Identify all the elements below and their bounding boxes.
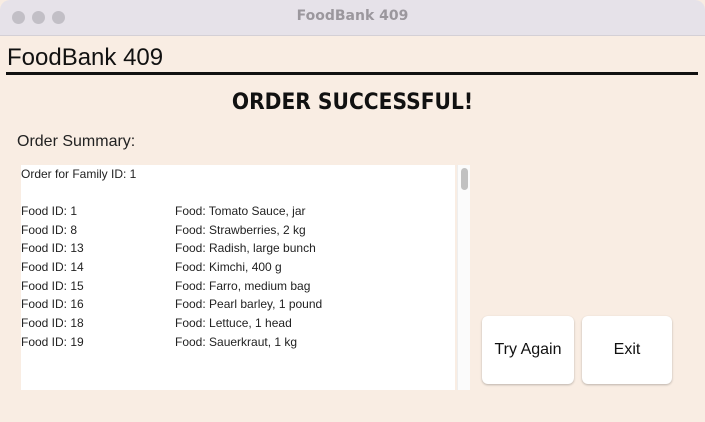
scrollbar-thumb[interactable] bbox=[461, 168, 468, 190]
food-name: Food: Farro, medium bag bbox=[175, 278, 311, 293]
title-bar: FoodBank 409 bbox=[0, 0, 705, 36]
food-id: Food ID: 13 bbox=[21, 241, 84, 256]
food-id: Food ID: 15 bbox=[21, 278, 84, 293]
food-name: Food: Kimchi, 400 g bbox=[175, 260, 282, 275]
order-summary-label: Order Summary: bbox=[17, 133, 136, 150]
food-id: Food ID: 1 bbox=[21, 204, 78, 218]
food-name: Food: Radish, large bunch bbox=[175, 241, 316, 256]
food-name: Food: Lettuce, 1 head bbox=[175, 316, 292, 331]
order-status-heading: ORDER SUCCESSFUL! bbox=[231, 90, 474, 115]
exit-button[interactable]: Exit bbox=[582, 316, 672, 384]
order-family-line: Order for Family ID: 1 bbox=[21, 167, 137, 181]
header-divider bbox=[6, 72, 698, 75]
food-id: Food ID: 16 bbox=[21, 297, 84, 312]
food-name: Food: Sauerkraut, 1 kg bbox=[175, 334, 298, 349]
window-title: FoodBank 409 bbox=[296, 8, 409, 24]
summary-scrollbar[interactable] bbox=[457, 165, 470, 390]
food-name: Food: Pearl barley, 1 pound bbox=[175, 297, 323, 312]
food-id: Food ID: 14 bbox=[21, 260, 84, 275]
try-again-button[interactable]: Try Again bbox=[482, 316, 574, 384]
food-name: Food: Strawberries, 2 kg bbox=[175, 222, 306, 237]
order-summary-textarea[interactable]: Order for Family ID: 1 Food ID: 1 Food: … bbox=[21, 165, 455, 390]
food-name: Food: Tomato Sauce, jar bbox=[175, 204, 306, 218]
food-id: Food ID: 18 bbox=[21, 316, 84, 331]
app-header-title: FoodBank 409 bbox=[7, 44, 164, 71]
food-id: Food ID: 19 bbox=[21, 334, 84, 349]
app-window: FoodBank 409 FoodBank 409 ORDER SUCCESSF… bbox=[0, 0, 705, 422]
food-id: Food ID: 8 bbox=[21, 222, 78, 237]
